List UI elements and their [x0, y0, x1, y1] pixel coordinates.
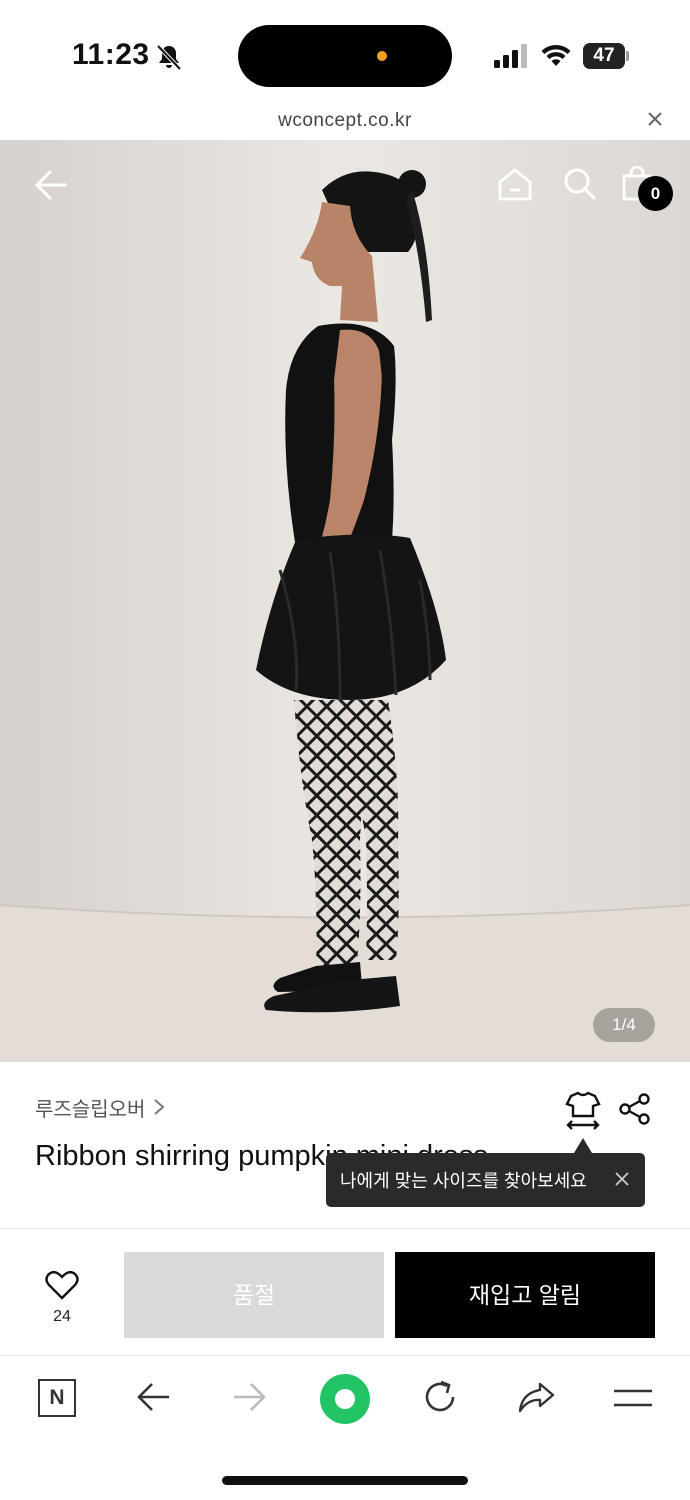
naver-home-button[interactable]: N: [38, 1379, 76, 1417]
tooltip-arrow: [574, 1138, 592, 1153]
battery-icon: 47: [583, 43, 629, 69]
heart-icon: [45, 1270, 79, 1300]
search-icon[interactable]: [562, 166, 598, 202]
back-arrow-icon[interactable]: [136, 1380, 172, 1414]
reload-icon[interactable]: [421, 1378, 459, 1416]
chevron-right-icon: [154, 1099, 165, 1115]
green-dot-center: [335, 1389, 355, 1409]
home-indicator: [222, 1476, 468, 1485]
product-photo: [0, 140, 690, 1062]
battery-tip: [626, 51, 629, 61]
close-icon[interactable]: [615, 1172, 629, 1186]
recording-dot-icon: [377, 51, 387, 61]
back-arrow-icon[interactable]: [34, 168, 70, 202]
gallery-page-indicator: 1/4: [593, 1008, 655, 1042]
share-icon[interactable]: [618, 1092, 652, 1126]
green-dot-button[interactable]: [320, 1374, 370, 1424]
divider: [0, 1228, 690, 1229]
menu-icon[interactable]: [613, 1386, 653, 1410]
home-icon[interactable]: [496, 166, 534, 202]
dynamic-island: [238, 25, 452, 87]
battery-level: 47: [583, 43, 625, 69]
status-bar: 11:23 47: [0, 0, 690, 100]
size-tooltip-text[interactable]: 나에게 맞는 사이즈를 찾아보세요: [340, 1167, 587, 1193]
share-arrow-icon[interactable]: [516, 1378, 556, 1416]
size-guide-icon[interactable]: [563, 1090, 603, 1132]
size-tooltip[interactable]: 나에게 맞는 사이즈를 찾아보세요: [326, 1153, 645, 1207]
close-icon[interactable]: [646, 110, 664, 128]
brand-name[interactable]: 루즈슬립오버: [35, 1093, 145, 1122]
restock-alert-button[interactable]: 재입고 알림: [395, 1252, 655, 1338]
status-time: 11:23: [72, 38, 150, 71]
bell-muted-icon: [156, 44, 182, 71]
soldout-button[interactable]: 품절: [124, 1252, 384, 1338]
cart-count-badge[interactable]: 0: [638, 176, 673, 211]
url-text[interactable]: wconcept.co.kr: [0, 110, 690, 132]
brand-link[interactable]: 루즈슬립오버: [35, 1092, 165, 1122]
forward-arrow-icon[interactable]: [231, 1380, 267, 1414]
cellular-signal-icon: [494, 44, 527, 68]
wifi-icon: [541, 44, 571, 66]
like-count: 24: [53, 1308, 71, 1325]
like-button[interactable]: 24: [30, 1262, 94, 1332]
url-bar[interactable]: wconcept.co.kr: [0, 100, 690, 140]
screen: 11:23 47 wconcept.co.kr 0 1/4 루즈슬립오버 Rib…: [0, 0, 690, 1500]
product-image-gallery[interactable]: 0 1/4: [0, 140, 690, 1062]
